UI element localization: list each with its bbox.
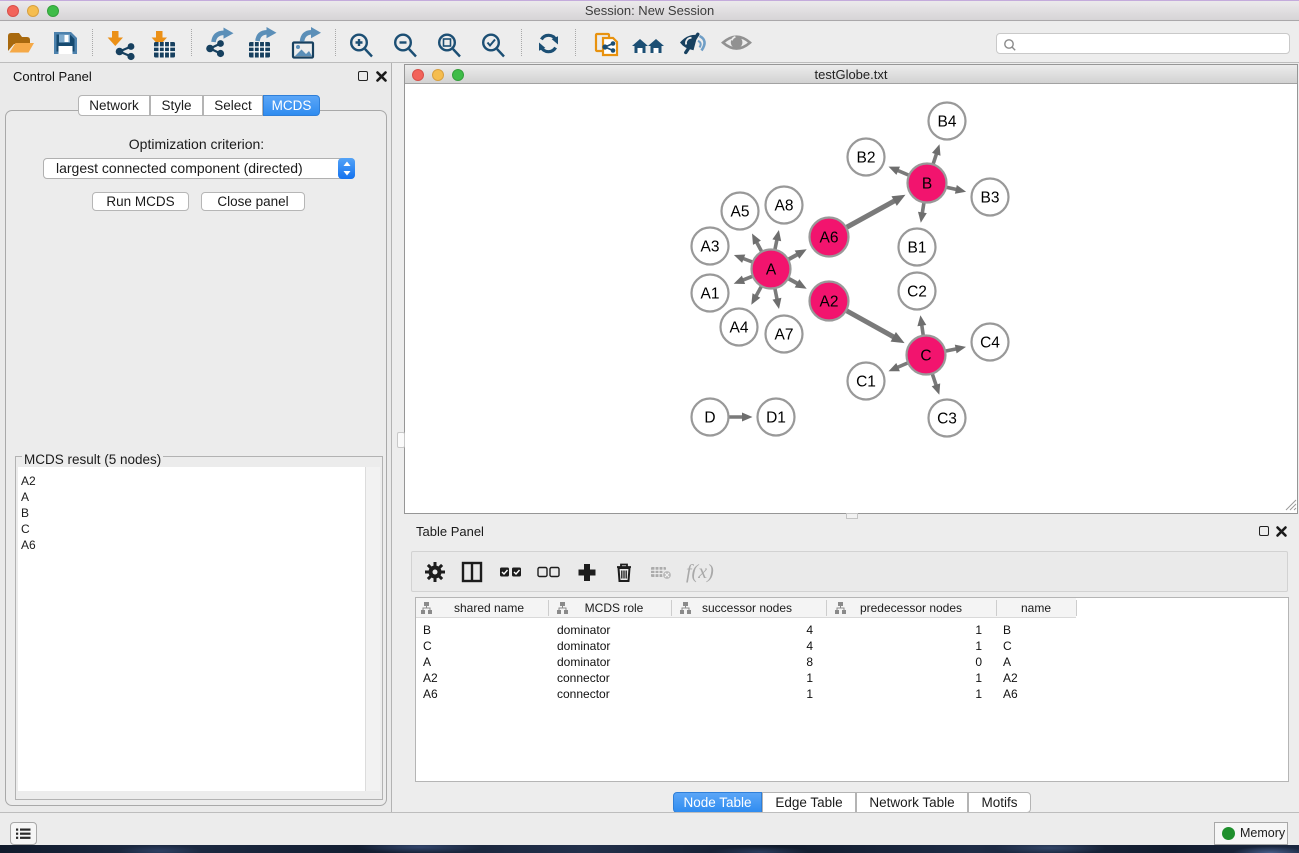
svg-text:B: B — [922, 176, 932, 193]
svg-text:MCDS role: MCDS role — [585, 601, 644, 615]
svg-text:C2: C2 — [907, 284, 927, 301]
svg-text:A2: A2 — [423, 671, 438, 685]
svg-text:A7: A7 — [775, 327, 794, 344]
svg-text:1: 1 — [806, 687, 813, 701]
svg-text:A: A — [1003, 655, 1011, 669]
svg-text:B2: B2 — [857, 150, 876, 167]
svg-text:A1: A1 — [701, 286, 720, 303]
svg-text:A5: A5 — [731, 204, 750, 221]
svg-text:A2: A2 — [820, 294, 839, 311]
svg-text:0: 0 — [975, 655, 982, 669]
svg-text:4: 4 — [806, 623, 813, 637]
svg-text:C4: C4 — [980, 335, 1000, 352]
svg-text:1: 1 — [975, 687, 982, 701]
svg-text:C: C — [920, 348, 931, 365]
svg-text:B: B — [1003, 623, 1011, 637]
svg-text:A6: A6 — [423, 687, 438, 701]
svg-text:1: 1 — [975, 671, 982, 685]
svg-text:name: name — [1021, 601, 1051, 615]
svg-text:dominator: dominator — [557, 655, 610, 669]
svg-text:B1: B1 — [908, 240, 927, 257]
svg-text:4: 4 — [806, 639, 813, 653]
svg-text:dominator: dominator — [557, 639, 610, 653]
svg-text:A2: A2 — [1003, 671, 1018, 685]
svg-text:A3: A3 — [701, 239, 720, 256]
svg-text:A8: A8 — [775, 198, 794, 215]
svg-text:A: A — [766, 262, 777, 279]
svg-text:f(x): f(x) — [686, 561, 714, 583]
svg-text:B: B — [423, 623, 431, 637]
svg-text:connector: connector — [557, 687, 610, 701]
svg-text:successor nodes: successor nodes — [702, 601, 792, 615]
svg-text:dominator: dominator — [557, 623, 610, 637]
svg-text:connector: connector — [557, 671, 610, 685]
svg-text:1: 1 — [806, 671, 813, 685]
svg-text:predecessor nodes: predecessor nodes — [860, 601, 962, 615]
svg-text:C: C — [423, 639, 432, 653]
svg-text:A: A — [423, 655, 431, 669]
svg-text:D1: D1 — [766, 410, 786, 427]
svg-text:B3: B3 — [981, 190, 1000, 207]
svg-text:C3: C3 — [937, 411, 957, 428]
svg-text:D: D — [704, 410, 715, 427]
svg-text:8: 8 — [806, 655, 813, 669]
svg-text:A6: A6 — [1003, 687, 1018, 701]
svg-text:C1: C1 — [856, 374, 876, 391]
svg-text:A6: A6 — [820, 230, 839, 247]
svg-text:B4: B4 — [938, 114, 957, 131]
svg-text:1: 1 — [975, 639, 982, 653]
svg-text:C: C — [1003, 639, 1012, 653]
svg-text:1: 1 — [975, 623, 982, 637]
svg-text:A4: A4 — [730, 320, 749, 337]
svg-text:shared name: shared name — [454, 601, 524, 615]
